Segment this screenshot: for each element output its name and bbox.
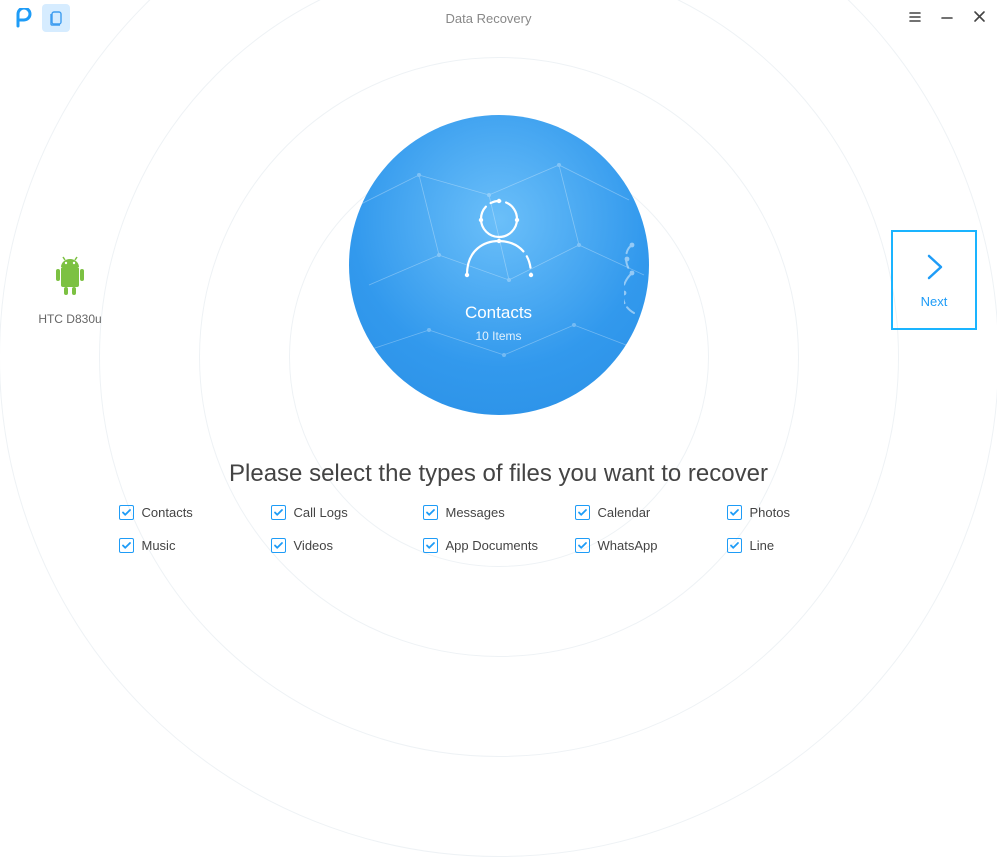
checkbox-icon — [423, 538, 438, 553]
type-app-documents[interactable]: App Documents — [423, 538, 575, 553]
checkbox-icon — [119, 538, 134, 553]
type-photos[interactable]: Photos — [727, 505, 879, 520]
category-subtitle: 10 Items — [475, 329, 521, 343]
type-calendar[interactable]: Calendar — [575, 505, 727, 520]
instruction-text: Please select the types of files you wan… — [0, 460, 997, 488]
type-contacts[interactable]: Contacts — [119, 505, 271, 520]
type-line[interactable]: Line — [727, 538, 879, 553]
checkbox-icon — [575, 505, 590, 520]
type-call-logs[interactable]: Call Logs — [271, 505, 423, 520]
checkbox-icon — [271, 505, 286, 520]
device-panel: HTC D830u — [30, 255, 110, 326]
checkbox-icon — [727, 505, 742, 520]
close-icon[interactable] — [971, 10, 987, 26]
android-icon — [52, 255, 88, 297]
type-label: Call Logs — [294, 505, 348, 520]
checkbox-icon — [727, 538, 742, 553]
checkbox-icon — [271, 538, 286, 553]
category-circle[interactable]: Contacts 10 Items — [349, 115, 649, 415]
type-whatsapp[interactable]: WhatsApp — [575, 538, 727, 553]
checkbox-icon — [423, 505, 438, 520]
type-label: Line — [750, 538, 775, 553]
type-videos[interactable]: Videos — [271, 538, 423, 553]
type-messages[interactable]: Messages — [423, 505, 575, 520]
type-music[interactable]: Music — [119, 538, 271, 553]
type-label: Photos — [750, 505, 790, 520]
type-label: Calendar — [598, 505, 651, 520]
checkbox-icon — [119, 505, 134, 520]
type-label: App Documents — [446, 538, 539, 553]
menu-icon[interactable] — [907, 10, 923, 27]
type-label: Messages — [446, 505, 505, 520]
next-button[interactable]: Next — [891, 230, 977, 330]
checkbox-icon — [575, 538, 590, 553]
minimize-icon[interactable] — [939, 10, 955, 27]
file-type-grid: Contacts Call Logs Messages Calendar Pho… — [119, 505, 879, 553]
mesh-decoration — [349, 115, 649, 415]
data-recovery-mode-icon[interactable] — [42, 4, 70, 32]
type-label: Music — [142, 538, 176, 553]
type-label: WhatsApp — [598, 538, 658, 553]
type-label: Contacts — [142, 505, 193, 520]
type-label: Videos — [294, 538, 334, 553]
chevron-right-icon — [919, 252, 949, 282]
app-logo[interactable] — [10, 4, 38, 32]
next-label: Next — [921, 294, 948, 309]
device-name: HTC D830u — [30, 312, 110, 326]
next-category-peek — [624, 235, 684, 315]
